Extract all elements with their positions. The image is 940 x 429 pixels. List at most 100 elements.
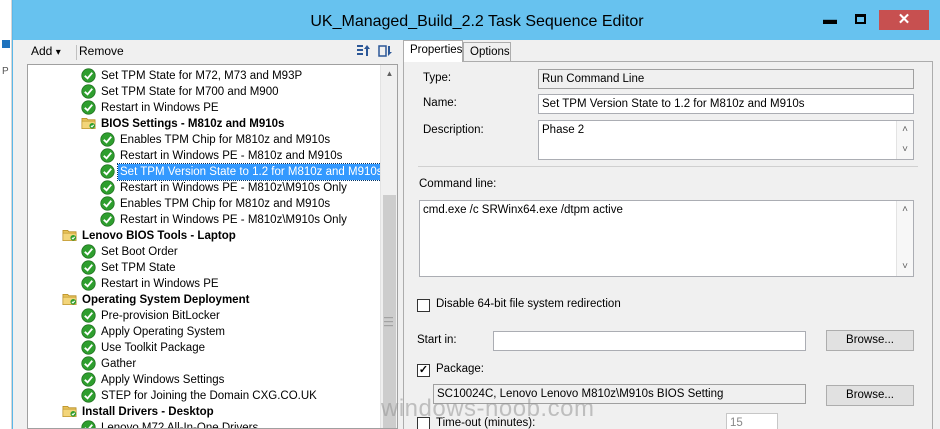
move-down-icon[interactable] (377, 43, 393, 59)
task-sequence-tree[interactable]: Set TPM State for M72, M73 and M93P Set T… (27, 64, 398, 429)
tree-item-label: BIOS Settings - M810z and M910s (101, 118, 285, 130)
step-check-icon (81, 340, 96, 355)
tree-item-label: Gather (101, 358, 137, 370)
step-check-icon (100, 180, 115, 195)
pane-splitter[interactable] (398, 40, 402, 429)
watermark-text: windows-noob.com (381, 395, 595, 422)
description-scrollbar[interactable]: ˄ ˅ (896, 121, 913, 159)
description-text: Phase 2 (542, 124, 585, 136)
toolbar-divider (76, 45, 77, 60)
timeout-spinner[interactable]: 15 (726, 413, 778, 429)
chevron-down-icon: ▾ (55, 47, 61, 58)
properties-panel: Type: Run Command Line Name: Set TPM Ver… (403, 61, 933, 429)
tree-item-label: Use Toolkit Package (101, 342, 205, 354)
step-check-icon (100, 196, 115, 211)
remove-button[interactable]: Remove (79, 44, 124, 58)
type-label: Type: (423, 72, 452, 84)
package-checkbox[interactable]: ✓ (417, 364, 430, 377)
command-line-scrollbar[interactable]: ˄ ˅ (896, 201, 913, 276)
step-check-icon (81, 84, 96, 99)
tree-item-label: Lenovo BIOS Tools - Laptop (82, 230, 236, 242)
minimize-button[interactable]: ▬ (817, 10, 843, 30)
tree-item-label: Restart in Windows PE - M810z and M910s (120, 150, 343, 162)
tree-scrollbar[interactable]: ▲ — — — (380, 65, 397, 428)
tree-item-label: Restart in Windows PE (101, 102, 219, 114)
tree-item-label: Apply Operating System (101, 326, 226, 338)
start-in-field[interactable] (493, 331, 806, 351)
package-label: Package: (436, 363, 484, 375)
step-check-icon (81, 68, 96, 83)
command-line-text: cmd.exe /c SRWinx64.exe /dtpm active (423, 204, 623, 216)
background-app-text: P (2, 66, 9, 77)
scroll-up-icon[interactable]: ˄ (897, 202, 913, 218)
description-label: Description: (423, 124, 484, 136)
tree-toolbar: Add ▾ Remove (21, 40, 397, 64)
scroll-down-icon[interactable]: ˅ (897, 259, 913, 275)
close-button[interactable]: ✕ (879, 10, 929, 30)
tab-properties[interactable]: Properties (403, 40, 463, 62)
step-check-icon (81, 420, 96, 428)
command-line-label: Command line: (419, 178, 497, 190)
title-bar[interactable]: UK_Managed_Build_2.2 Task Sequence Edito… (13, 0, 940, 40)
step-check-icon (81, 308, 96, 323)
start-in-browse-button[interactable]: Browse... (826, 330, 914, 351)
step-check-icon (81, 100, 96, 115)
tree-item-label: STEP for Joining the Domain CXG.CO.UK (101, 390, 317, 402)
step-check-icon (81, 372, 96, 387)
group-folder-icon (62, 292, 77, 307)
name-label: Name: (423, 97, 457, 109)
tree-item-label: Install Drivers - Desktop (82, 406, 214, 418)
tree-item-label: Set TPM Version State to 1.2 for M810z a… (117, 163, 386, 181)
tree-item-label: Enables TPM Chip for M810z and M910s (120, 134, 331, 146)
tree-item-label: Apply Windows Settings (101, 374, 225, 386)
step-check-icon (81, 276, 96, 291)
tree-item-label: Pre-provision BitLocker (101, 310, 220, 322)
tree-item-label: Restart in Windows PE - M810z\M910s Only (120, 182, 347, 194)
tab-options[interactable]: Options (463, 42, 511, 62)
start-in-label: Start in: (417, 334, 457, 346)
step-check-icon (81, 260, 96, 275)
package-browse-button[interactable]: Browse... (826, 385, 914, 406)
disable-redirection-label: Disable 64-bit file system redirection (436, 298, 621, 310)
section-divider (418, 166, 918, 167)
tree-item-label: Set TPM State for M700 and M900 (101, 86, 279, 98)
maximize-icon (854, 14, 866, 24)
name-field[interactable]: Set TPM Version State to 1.2 for M810z a… (538, 94, 914, 114)
background-app-icon (2, 40, 10, 48)
step-check-icon (81, 356, 96, 371)
type-field: Run Command Line (538, 69, 914, 89)
add-label: Add (31, 44, 53, 58)
step-check-icon (81, 244, 96, 259)
move-up-icon[interactable] (355, 43, 371, 59)
tree-item-label: Restart in Windows PE (101, 278, 219, 290)
step-check-icon (100, 212, 115, 227)
disable-redirection-checkbox[interactable] (417, 299, 430, 312)
step-check-icon (81, 388, 96, 403)
maximize-button[interactable] (847, 10, 873, 30)
scroll-up-icon[interactable]: ▲ (381, 65, 397, 82)
group-folder-icon (62, 228, 77, 243)
tree-item-label: Operating System Deployment (82, 294, 250, 306)
add-menu-button[interactable]: Add ▾ (31, 44, 61, 58)
scroll-down-icon[interactable]: ˅ (897, 142, 913, 158)
group-folder-icon (81, 116, 96, 131)
description-field[interactable]: Phase 2 ˄ ˅ (538, 120, 914, 160)
tree-item-label: Set TPM State (101, 262, 176, 274)
step-check-icon (100, 132, 115, 147)
scroll-up-icon[interactable]: ˄ (897, 122, 913, 138)
group-folder-icon (62, 404, 77, 419)
scrollbar-grip-icon: — — — (384, 312, 393, 330)
task-sequence-editor-window: UK_Managed_Build_2.2 Task Sequence Edito… (12, 0, 940, 429)
background-window-edge: P (0, 0, 12, 429)
window-title: UK_Managed_Build_2.2 Task Sequence Edito… (310, 13, 644, 30)
command-line-field[interactable]: cmd.exe /c SRWinx64.exe /dtpm active ˄ ˅ (419, 200, 914, 277)
tree-item-label: Set TPM State for M72, M73 and M93P (101, 70, 303, 82)
properties-tabs: Properties Options (403, 40, 933, 62)
step-check-icon (81, 324, 96, 339)
tree-item-label: Lenovo M72 All-In-One Drivers (101, 422, 259, 429)
step-check-icon (100, 164, 115, 179)
step-check-icon (100, 148, 115, 163)
tree-item-label: Restart in Windows PE - M810z\M910s Only (120, 214, 347, 226)
tree-item-label: Set Boot Order (101, 246, 178, 258)
tree-item-label: Enables TPM Chip for M810z and M910s (120, 198, 331, 210)
